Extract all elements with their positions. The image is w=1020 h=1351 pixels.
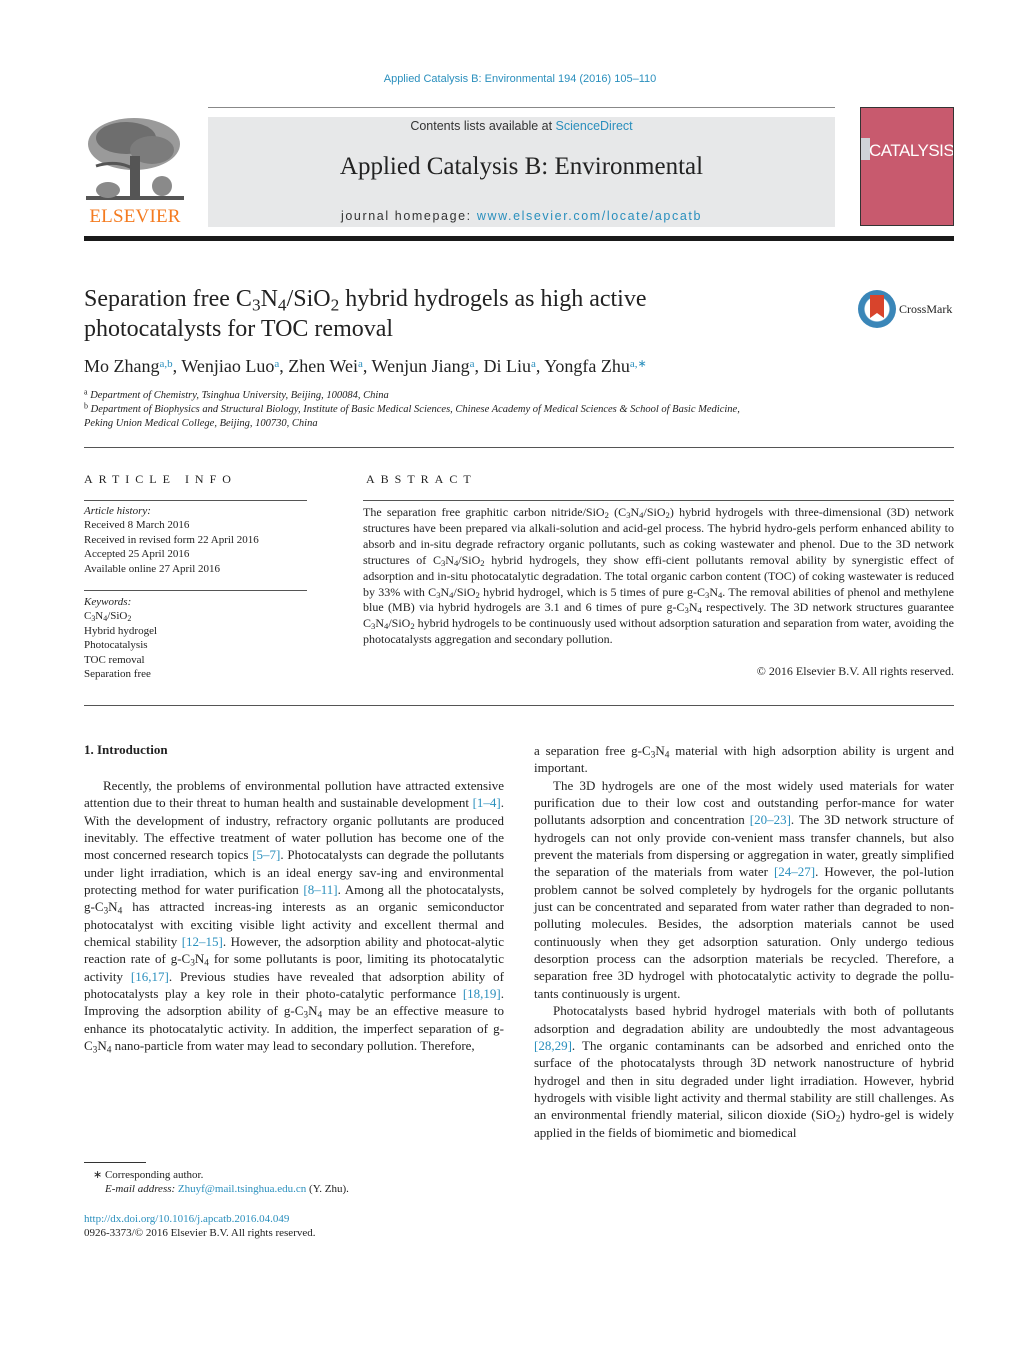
citation-link[interactable]: [16,17] <box>131 969 169 984</box>
cover-title: CATALYSIS <box>869 141 954 160</box>
affiliation-b: b Department of Biophysics and Structura… <box>84 401 944 415</box>
section-divider <box>84 447 954 448</box>
paragraph: a separation free g-C3N4 material with h… <box>534 743 955 776</box>
keyword: TOC removal <box>84 653 145 666</box>
email-suffix: (Y. Zhu). <box>306 1183 349 1195</box>
author-name[interactable]: Wenjiao Luo <box>181 356 274 376</box>
elsevier-logo[interactable]: ELSEVIER <box>84 116 186 228</box>
keyword: Photocatalysis <box>84 639 148 652</box>
paragraph: Photocatalysts based hybrid hydrogel mat… <box>534 1003 955 1140</box>
citation-link[interactable]: [18,19] <box>463 986 501 1001</box>
header-rule <box>208 107 835 108</box>
footnote-rule <box>84 1162 146 1163</box>
history-item: Received in revised form 22 April 2016 <box>84 533 259 546</box>
contents-line: Contents lists available at ScienceDirec… <box>208 119 835 133</box>
title-part: N <box>260 286 278 312</box>
keyword: Separation free <box>84 668 151 681</box>
history-item: Available online 27 April 2016 <box>84 562 221 575</box>
homepage-link[interactable]: www.elsevier.com/locate/apcatb <box>477 209 702 223</box>
affiliation-a: a Department of Chemistry, Tsinghua Univ… <box>84 387 944 401</box>
author-name[interactable]: Mo Zhang <box>84 356 160 376</box>
abstract-body: The separation free graphitic carbon nit… <box>363 505 955 647</box>
author-affiliation-marker[interactable]: a <box>470 358 475 370</box>
contents-prefix: Contents lists available at <box>410 119 556 133</box>
title-part: Separation free C <box>84 286 252 312</box>
keyword: Hybrid hydrogel <box>84 624 158 637</box>
paragraph: Recently, the problems of environmental … <box>84 778 505 1056</box>
author-name[interactable]: Yongfa Zhu <box>544 356 630 376</box>
history-item: Accepted 25 April 2016 <box>84 548 190 561</box>
body-column-left: Recently, the problems of environmental … <box>84 777 504 1055</box>
citation-link[interactable]: [20–23] <box>750 812 791 827</box>
elsevier-wordmark: ELSEVIER <box>89 206 181 227</box>
email-link[interactable]: Zhuyf@mail.tsinghua.edu.cn <box>178 1183 306 1195</box>
title-subscript: 2 <box>330 295 340 315</box>
citation-link[interactable]: [1–4] <box>473 795 501 810</box>
author-name[interactable]: Zhen Wei <box>288 356 358 376</box>
author-affiliation-marker[interactable]: a,∗ <box>630 358 647 370</box>
crossmark-badge[interactable]: CrossMark <box>858 290 958 330</box>
abstract-heading: ABSTRACT <box>366 472 477 486</box>
author-name[interactable]: Di Liu <box>483 356 531 376</box>
article-title: Separation free C3N4/SiO2 hybrid hydroge… <box>84 284 804 344</box>
citation-link[interactable]: [8–11] <box>303 882 337 897</box>
doi-block: http://dx.doi.org/10.1016/j.apcatb.2016.… <box>84 1212 514 1240</box>
keyword: C3N4/SiO2 <box>84 610 132 624</box>
corresponding-author-note: ∗ Corresponding author. <box>93 1169 204 1181</box>
journal-title: Applied Catalysis B: Environmental <box>339 153 704 180</box>
affiliation-key: b <box>84 401 88 411</box>
crossmark-label: CrossMark <box>899 302 953 316</box>
history-item: Received 8 March 2016 <box>84 519 190 532</box>
citation-link[interactable]: [24–27] <box>774 864 815 879</box>
homepage-prefix: journal homepage: <box>341 209 477 223</box>
author-affiliation-marker[interactable]: a <box>274 358 279 370</box>
email-note: E-mail address: Zhuyf@mail.tsinghua.edu.… <box>84 1182 514 1196</box>
journal-cover-thumbnail[interactable]: CATALYSIS <box>860 107 954 226</box>
body-column-right: a separation free g-C3N4 material with h… <box>534 742 954 1141</box>
author-list: Mo Zhanga,b, Wenjiao Luoa, Zhen Weia, We… <box>84 356 647 376</box>
title-part: hybrid hydrogels as high active <box>339 286 647 312</box>
journal-masthead: Contents lists available at ScienceDirec… <box>208 117 835 227</box>
header-thick-rule <box>84 236 954 241</box>
affiliation-b-cont: Peking Union Medical College, Beijing, 1… <box>84 418 318 429</box>
email-label: E-mail address: <box>105 1183 178 1195</box>
keywords-label: Keywords: <box>84 596 132 608</box>
affiliation-text: Department of Chemistry, Tsinghua Univer… <box>90 390 389 401</box>
issn-line: 0926-3373/© 2016 Elsevier B.V. All right… <box>84 1227 316 1239</box>
author-affiliation-marker[interactable]: a <box>531 358 536 370</box>
history-label: Article history: <box>84 505 151 517</box>
keywords-list: Keywords: C3N4/SiO2 Hybrid hydrogel Phot… <box>84 595 307 681</box>
author-affiliation-marker[interactable]: a,b <box>160 358 173 370</box>
journal-reference[interactable]: Applied Catalysis B: Environmental 194 (… <box>0 73 1020 85</box>
keywords-rule <box>84 590 307 591</box>
introduction-heading: 1. Introduction <box>84 742 168 757</box>
article-history: Article history: Received 8 March 2016 R… <box>84 504 307 576</box>
title-subscript: 4 <box>277 295 287 315</box>
author-affiliation-marker[interactable]: a <box>358 358 363 370</box>
citation-link[interactable]: [5–7] <box>252 847 280 862</box>
affiliation-text: Department of Biophysics and Structural … <box>90 404 740 415</box>
abstract-rule <box>363 500 954 501</box>
doi-link[interactable]: http://dx.doi.org/10.1016/j.apcatb.2016.… <box>84 1213 289 1225</box>
article-info-heading: ARTICLE INFO <box>84 472 237 486</box>
author-name[interactable]: Wenjun Jiang <box>372 356 470 376</box>
homepage-line: journal homepage: www.elsevier.com/locat… <box>208 209 835 223</box>
abstract-copyright: © 2016 Elsevier B.V. All rights reserved… <box>756 664 954 678</box>
sciencedirect-link[interactable]: ScienceDirect <box>556 119 633 133</box>
elsevier-tree-icon <box>86 118 184 200</box>
citation-link[interactable]: [12–15] <box>182 934 223 949</box>
title-subscript: 3 <box>251 295 261 315</box>
section-divider <box>84 705 954 706</box>
affiliation-key: a <box>84 387 88 397</box>
title-part: /SiO <box>286 286 331 312</box>
paragraph: The 3D hydrogels are one of the most wid… <box>534 777 954 1001</box>
title-line-2: photocatalysts for TOC removal <box>84 316 394 342</box>
article-info-rule <box>84 500 307 501</box>
citation-link[interactable]: [28,29] <box>534 1038 572 1053</box>
footnotes: ∗ Corresponding author. E-mail address: … <box>84 1168 514 1196</box>
